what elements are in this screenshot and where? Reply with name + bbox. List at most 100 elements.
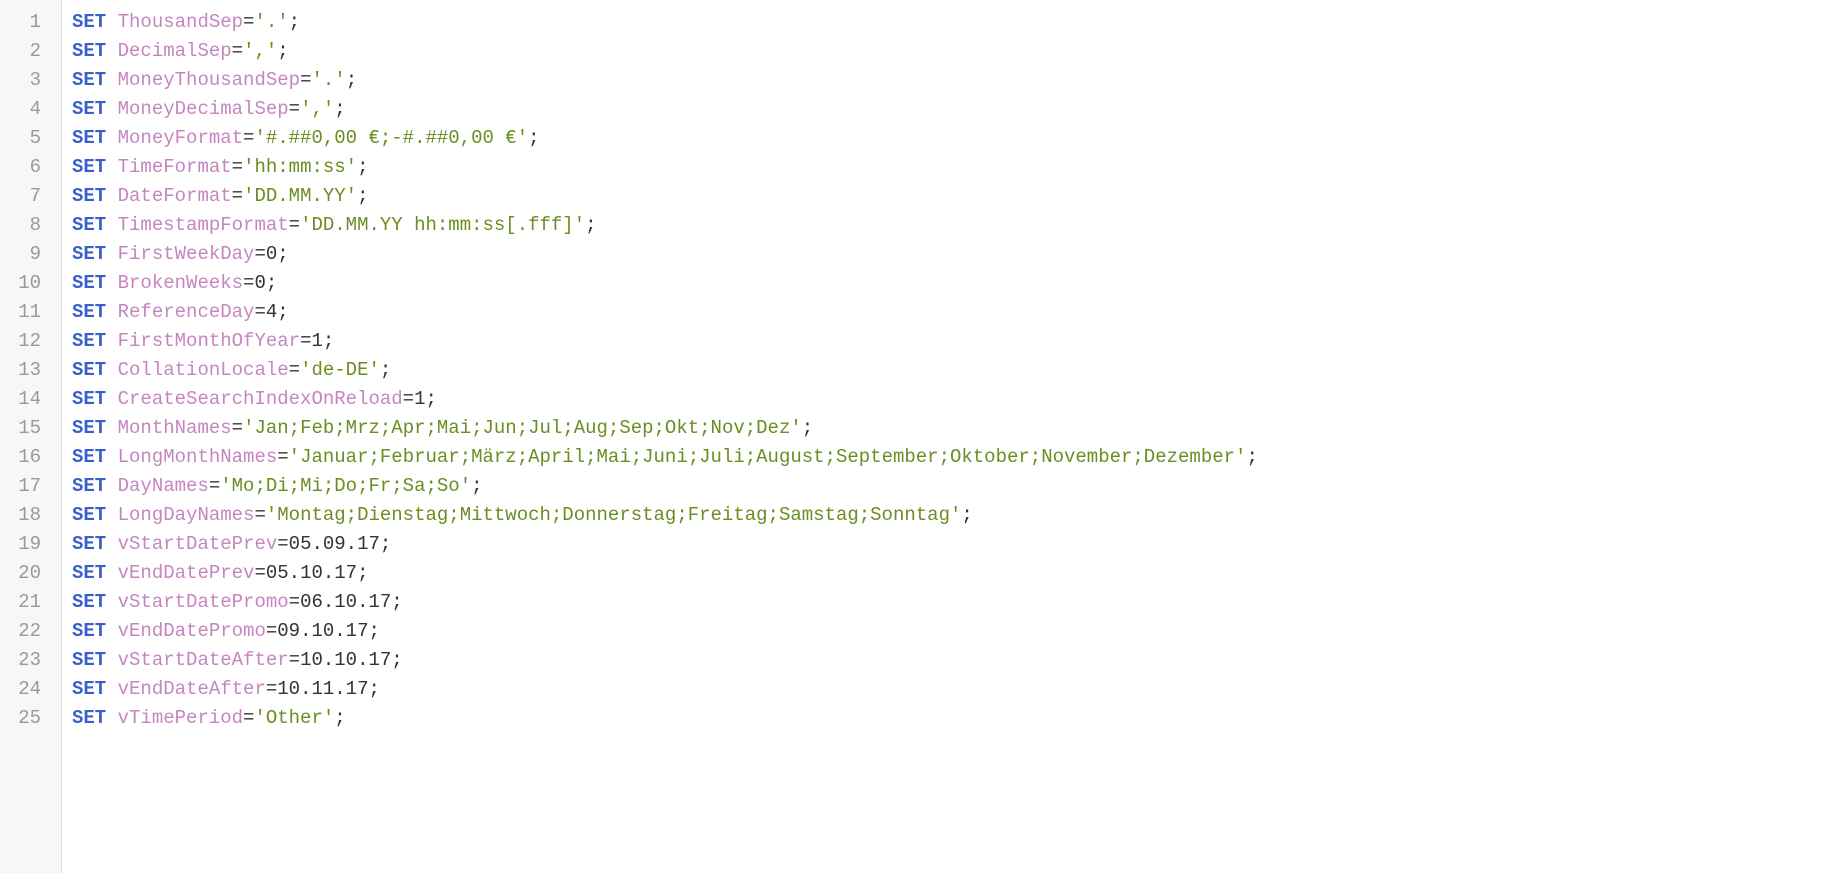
equals-operator: = bbox=[254, 562, 265, 584]
semicolon: ; bbox=[1246, 446, 1257, 468]
line-number: 11 bbox=[0, 298, 49, 327]
string-literal: '.' bbox=[311, 69, 345, 91]
variable-name: FirstMonthOfYear bbox=[118, 330, 300, 352]
code-line[interactable]: SET MonthNames='Jan;Feb;Mrz;Apr;Mai;Jun;… bbox=[72, 414, 1837, 443]
variable-name: ReferenceDay bbox=[118, 301, 255, 323]
semicolon: ; bbox=[357, 562, 368, 584]
semicolon: ; bbox=[380, 533, 391, 555]
code-line[interactable]: SET vEndDateAfter=10.11.17; bbox=[72, 675, 1837, 704]
keyword-set: SET bbox=[72, 40, 106, 62]
line-number: 5 bbox=[0, 124, 49, 153]
line-number: 2 bbox=[0, 37, 49, 66]
equals-operator: = bbox=[232, 156, 243, 178]
numeric-literal: 0 bbox=[266, 243, 277, 265]
equals-operator: = bbox=[403, 388, 414, 410]
equals-operator: = bbox=[289, 214, 300, 236]
line-number: 9 bbox=[0, 240, 49, 269]
semicolon: ; bbox=[391, 649, 402, 671]
code-editor-area[interactable]: SET ThousandSep='.';SET DecimalSep=',';S… bbox=[62, 0, 1837, 873]
code-line[interactable]: SET vStartDatePromo=06.10.17; bbox=[72, 588, 1837, 617]
equals-operator: = bbox=[300, 69, 311, 91]
semicolon: ; bbox=[334, 98, 345, 120]
string-literal: '#.##0,00 €;-#.##0,00 €' bbox=[254, 127, 528, 149]
keyword-set: SET bbox=[72, 330, 106, 352]
keyword-set: SET bbox=[72, 620, 106, 642]
equals-operator: = bbox=[277, 533, 288, 555]
semicolon: ; bbox=[471, 475, 482, 497]
variable-name: vTimePeriod bbox=[118, 707, 243, 729]
keyword-set: SET bbox=[72, 272, 106, 294]
numeric-literal: 10.11.17 bbox=[277, 678, 368, 700]
line-number: 7 bbox=[0, 182, 49, 211]
semicolon: ; bbox=[346, 69, 357, 91]
semicolon: ; bbox=[289, 11, 300, 33]
code-line[interactable]: SET CreateSearchIndexOnReload=1; bbox=[72, 385, 1837, 414]
equals-operator: = bbox=[243, 272, 254, 294]
code-line[interactable]: SET TimestampFormat='DD.MM.YY hh:mm:ss[.… bbox=[72, 211, 1837, 240]
semicolon: ; bbox=[266, 272, 277, 294]
numeric-literal: 10.10.17 bbox=[300, 649, 391, 671]
line-number: 13 bbox=[0, 356, 49, 385]
keyword-set: SET bbox=[72, 533, 106, 555]
line-number: 10 bbox=[0, 269, 49, 298]
semicolon: ; bbox=[323, 330, 334, 352]
variable-name: TimestampFormat bbox=[118, 214, 289, 236]
variable-name: LongMonthNames bbox=[118, 446, 278, 468]
equals-operator: = bbox=[232, 40, 243, 62]
code-line[interactable]: SET DayNames='Mo;Di;Mi;Do;Fr;Sa;So'; bbox=[72, 472, 1837, 501]
semicolon: ; bbox=[277, 40, 288, 62]
line-number: 8 bbox=[0, 211, 49, 240]
semicolon: ; bbox=[528, 127, 539, 149]
string-literal: 'Jan;Feb;Mrz;Apr;Mai;Jun;Jul;Aug;Sep;Okt… bbox=[243, 417, 802, 439]
code-line[interactable]: SET MoneyDecimalSep=','; bbox=[72, 95, 1837, 124]
equals-operator: = bbox=[266, 620, 277, 642]
numeric-literal: 05.10.17 bbox=[266, 562, 357, 584]
variable-name: TimeFormat bbox=[118, 156, 232, 178]
numeric-literal: 1 bbox=[414, 388, 425, 410]
code-line[interactable]: SET FirstMonthOfYear=1; bbox=[72, 327, 1837, 356]
code-line[interactable]: SET MoneyFormat='#.##0,00 €;-#.##0,00 €'… bbox=[72, 124, 1837, 153]
semicolon: ; bbox=[380, 359, 391, 381]
code-line[interactable]: SET TimeFormat='hh:mm:ss'; bbox=[72, 153, 1837, 182]
semicolon: ; bbox=[357, 185, 368, 207]
code-line[interactable]: SET vTimePeriod='Other'; bbox=[72, 704, 1837, 733]
code-line[interactable]: SET DecimalSep=','; bbox=[72, 37, 1837, 66]
line-number: 1 bbox=[0, 8, 49, 37]
code-line[interactable]: SET vEndDatePrev=05.10.17; bbox=[72, 559, 1837, 588]
keyword-set: SET bbox=[72, 69, 106, 91]
variable-name: MoneyThousandSep bbox=[118, 69, 300, 91]
code-line[interactable]: SET CollationLocale='de-DE'; bbox=[72, 356, 1837, 385]
line-number: 23 bbox=[0, 646, 49, 675]
line-number: 16 bbox=[0, 443, 49, 472]
numeric-literal: 05.09.17 bbox=[289, 533, 380, 555]
string-literal: 'Januar;Februar;März;April;Mai;Juni;Juli… bbox=[289, 446, 1247, 468]
code-line[interactable]: SET FirstWeekDay=0; bbox=[72, 240, 1837, 269]
keyword-set: SET bbox=[72, 243, 106, 265]
keyword-set: SET bbox=[72, 301, 106, 323]
code-line[interactable]: SET LongDayNames='Montag;Dienstag;Mittwo… bbox=[72, 501, 1837, 530]
line-number: 18 bbox=[0, 501, 49, 530]
keyword-set: SET bbox=[72, 417, 106, 439]
string-literal: 'Mo;Di;Mi;Do;Fr;Sa;So' bbox=[220, 475, 471, 497]
variable-name: vStartDatePromo bbox=[118, 591, 289, 613]
code-line[interactable]: SET vEndDatePromo=09.10.17; bbox=[72, 617, 1837, 646]
code-line[interactable]: SET ThousandSep='.'; bbox=[72, 8, 1837, 37]
semicolon: ; bbox=[277, 301, 288, 323]
keyword-set: SET bbox=[72, 214, 106, 236]
variable-name: vEndDatePromo bbox=[118, 620, 266, 642]
code-line[interactable]: SET vStartDateAfter=10.10.17; bbox=[72, 646, 1837, 675]
numeric-literal: 4 bbox=[266, 301, 277, 323]
equals-operator: = bbox=[243, 11, 254, 33]
string-literal: ',' bbox=[243, 40, 277, 62]
string-literal: ',' bbox=[300, 98, 334, 120]
code-line[interactable]: SET LongMonthNames='Januar;Februar;März;… bbox=[72, 443, 1837, 472]
variable-name: vStartDatePrev bbox=[118, 533, 278, 555]
code-line[interactable]: SET vStartDatePrev=05.09.17; bbox=[72, 530, 1837, 559]
code-line[interactable]: SET ReferenceDay=4; bbox=[72, 298, 1837, 327]
code-line[interactable]: SET MoneyThousandSep='.'; bbox=[72, 66, 1837, 95]
code-line[interactable]: SET BrokenWeeks=0; bbox=[72, 269, 1837, 298]
code-line[interactable]: SET DateFormat='DD.MM.YY'; bbox=[72, 182, 1837, 211]
string-literal: 'DD.MM.YY' bbox=[243, 185, 357, 207]
equals-operator: = bbox=[232, 185, 243, 207]
keyword-set: SET bbox=[72, 446, 106, 468]
